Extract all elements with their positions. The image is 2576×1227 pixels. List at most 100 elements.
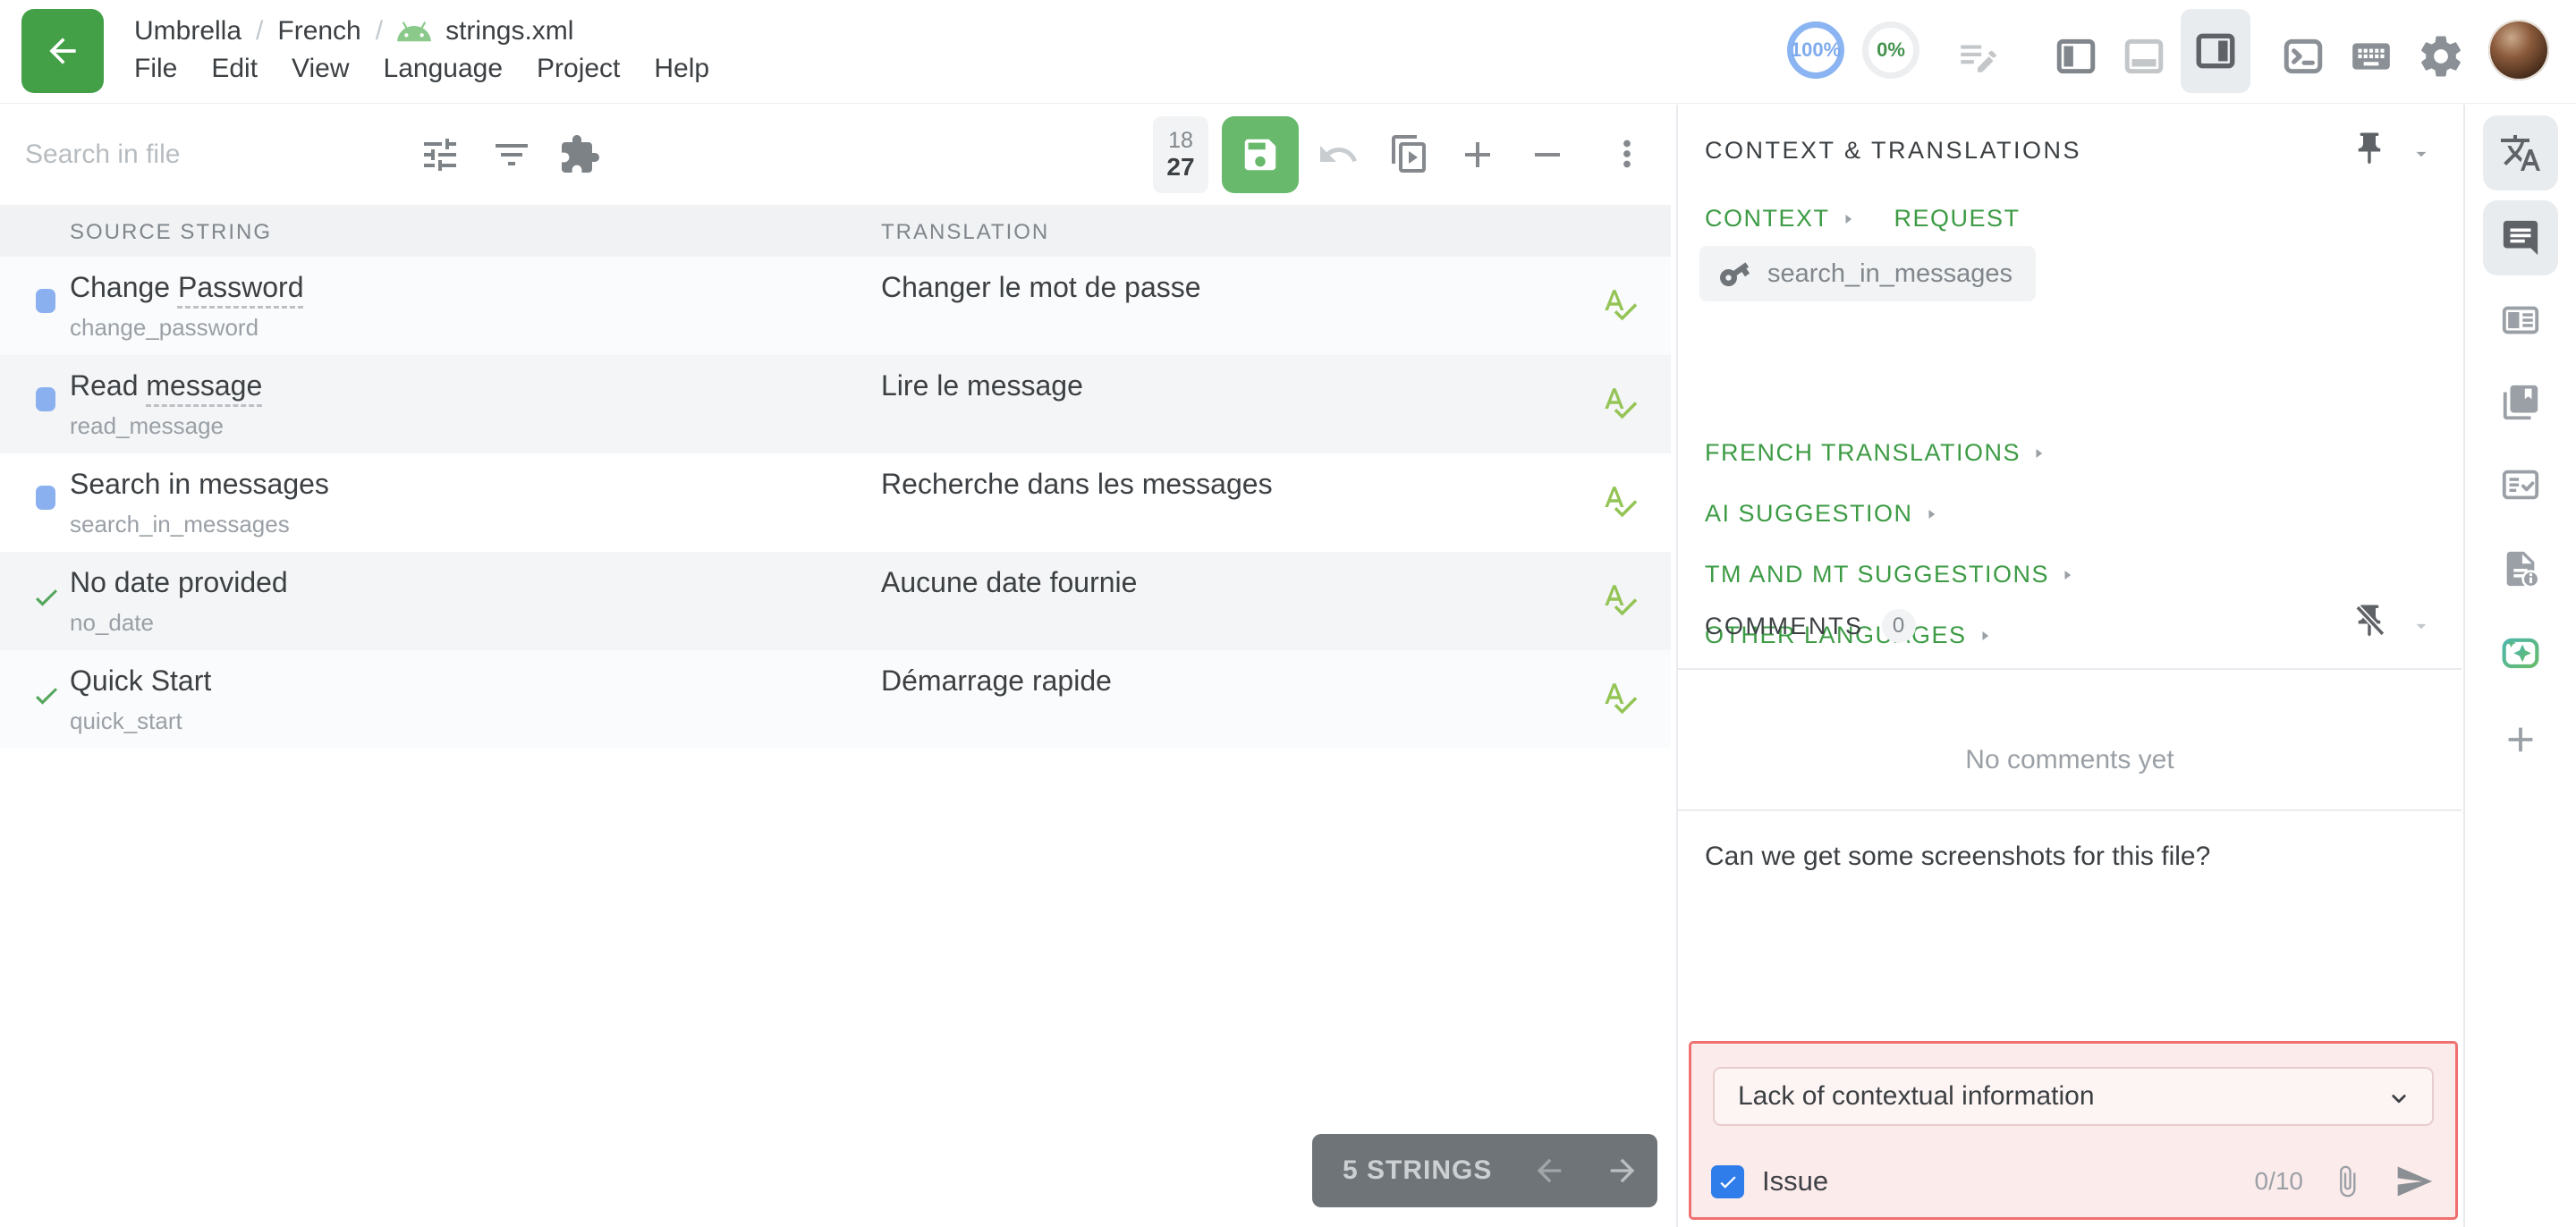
copy-source-icon[interactable] (1388, 133, 1431, 176)
comments-tool-button[interactable] (2483, 200, 2558, 275)
unpin-icon[interactable] (2351, 602, 2388, 639)
advanced-filter-icon[interactable] (419, 133, 462, 176)
approved-progress-ring[interactable]: 0% (1862, 21, 1919, 79)
undo-icon[interactable] (1317, 133, 1360, 176)
breadcrumb-language[interactable]: French (277, 16, 360, 47)
translate-icon (2499, 131, 2542, 174)
table-row[interactable]: Read message read_message Lire le messag… (0, 355, 1671, 453)
strings-table: SOURCE STRING TRANSLATION Change Passwor… (0, 205, 1671, 749)
user-avatar[interactable] (2488, 20, 2549, 80)
send-comment-icon[interactable] (2394, 1162, 2434, 1201)
translations-tool-button[interactable] (2483, 115, 2558, 190)
previous-page-arrow-icon[interactable] (1531, 1153, 1567, 1189)
panel-divider (1678, 809, 2462, 811)
zoom-in-icon[interactable] (1456, 133, 1499, 176)
spellcheck-icon (1601, 384, 1639, 421)
string-key: search_in_messages (70, 511, 290, 538)
expand-arrow-icon (2058, 566, 2076, 584)
tab-request[interactable]: REQUEST (1894, 205, 2021, 233)
document-info-icon (2500, 548, 2541, 589)
glossary-tool-button[interactable] (2483, 365, 2558, 440)
context-side-panel: CONTEXT & TRANSLATIONS CONTEXT REQUEST s… (1676, 105, 2462, 1227)
table-row[interactable]: Quick Start quick_start Démarrage rapide (0, 650, 1671, 749)
tab-context[interactable]: CONTEXT (1705, 205, 1857, 233)
translation-column-header: TRANSLATION (881, 220, 1049, 245)
no-comments-message: No comments yet (1678, 745, 2462, 775)
table-row-selected[interactable]: Search in messages search_in_messages Re… (0, 453, 1671, 552)
expand-arrow-icon (1976, 627, 1994, 645)
breadcrumb-separator: / (376, 16, 383, 47)
issue-checkbox-label: Issue (1762, 1165, 1828, 1197)
source-string: Quick Start (70, 664, 211, 698)
filter-icon[interactable] (490, 133, 533, 176)
section-ai-suggestion[interactable]: AI SUGGESTION (1705, 500, 1940, 528)
menu-file[interactable]: File (134, 54, 177, 84)
translated-progress-ring[interactable]: 100% (1787, 21, 1844, 79)
file-info-tool-button[interactable] (2483, 531, 2558, 606)
issue-checkbox[interactable] (1711, 1165, 1744, 1198)
collapse-chevron-icon[interactable] (2410, 614, 2433, 638)
pin-icon[interactable] (2351, 130, 2388, 167)
translated-status-bullet (36, 289, 55, 313)
context-tabs: CONTEXT REQUEST (1705, 205, 2021, 233)
bottom-panel-layout-icon[interactable] (2122, 34, 2166, 79)
string-key-chip[interactable]: search_in_messages (1699, 246, 2036, 301)
menu-view[interactable]: View (292, 54, 349, 84)
menu-edit[interactable]: Edit (211, 54, 258, 84)
collapse-chevron-icon[interactable] (2410, 142, 2433, 165)
source-column-header: SOURCE STRING (70, 220, 272, 245)
more-options-kebab-icon[interactable] (1606, 133, 1648, 174)
terminal-icon[interactable] (2281, 34, 2326, 79)
zoom-out-icon[interactable] (1526, 133, 1569, 176)
breadcrumb-project[interactable]: Umbrella (134, 16, 242, 47)
section-tm-mt-suggestions[interactable]: TM AND MT SUGGESTIONS (1705, 561, 2076, 588)
playlist-edit-icon[interactable] (1955, 34, 2000, 79)
string-key: change_password (70, 314, 258, 342)
comments-title: COMMENTS (1705, 613, 1864, 640)
pages-bookmark-icon (2500, 382, 2541, 423)
approved-progress-value: 0% (1877, 38, 1905, 62)
next-page-arrow-icon[interactable] (1605, 1153, 1640, 1189)
breadcrumb-file[interactable]: strings.xml (445, 16, 573, 47)
add-panel-tool-button[interactable] (2483, 702, 2558, 777)
keyboard-icon[interactable] (2349, 34, 2394, 79)
issue-type-select[interactable]: Lack of contextual information (1713, 1067, 2434, 1126)
spellcheck-icon (1601, 679, 1639, 716)
strings-pager: 5 STRINGS (1312, 1134, 1657, 1207)
context-panel-title: CONTEXT & TRANSLATIONS (1705, 137, 2081, 165)
translated-status-bullet (36, 486, 55, 510)
issue-controls-row: Issue 0/10 (1711, 1156, 2434, 1206)
strings-count-label: 5 STRINGS (1343, 1155, 1492, 1186)
menu-project[interactable]: Project (537, 54, 620, 84)
glossary-term: Password (178, 271, 304, 303)
comment-bubble-icon (2500, 217, 2541, 258)
back-button[interactable] (21, 9, 104, 93)
table-row[interactable]: No date provided no_date Aucune date fou… (0, 552, 1671, 650)
translation-text: Recherche dans les messages (881, 468, 1273, 501)
table-header: SOURCE STRING TRANSLATION (0, 205, 1671, 257)
left-panel-layout-icon[interactable] (2054, 34, 2098, 79)
save-button[interactable] (1222, 116, 1299, 193)
string-key: quick_start (70, 707, 182, 735)
counter-total: 27 (1166, 153, 1194, 182)
right-panel-layout-button[interactable] (2181, 9, 2250, 93)
translation-text: Démarrage rapide (881, 664, 1112, 698)
translation-text: Changer le mot de passe (881, 271, 1201, 304)
android-file-icon (397, 20, 431, 43)
attach-file-icon[interactable] (2330, 1164, 2364, 1198)
breadcrumb-separator: / (256, 16, 263, 47)
tasks-checklist-tool-button[interactable] (2483, 447, 2558, 522)
menu-language[interactable]: Language (384, 54, 503, 84)
plugins-puzzle-icon[interactable] (558, 133, 601, 176)
section-french-translations[interactable]: FRENCH TRANSLATIONS (1705, 439, 2047, 467)
comment-input[interactable]: Can we get some screenshots for this fil… (1705, 842, 2420, 872)
ai-assistant-tool-button[interactable] (2483, 615, 2558, 690)
table-row[interactable]: Change Password change_password Changer … (0, 257, 1671, 355)
menu-help[interactable]: Help (654, 54, 709, 84)
checklist-card-icon (2500, 464, 2541, 505)
translation-text: Lire le message (881, 369, 1083, 402)
editor-toolbar: 18 27 (0, 105, 1674, 205)
context-card-tool-button[interactable] (2483, 283, 2558, 358)
ai-sparkle-icon (2498, 630, 2543, 675)
settings-gear-icon[interactable] (2417, 32, 2465, 80)
